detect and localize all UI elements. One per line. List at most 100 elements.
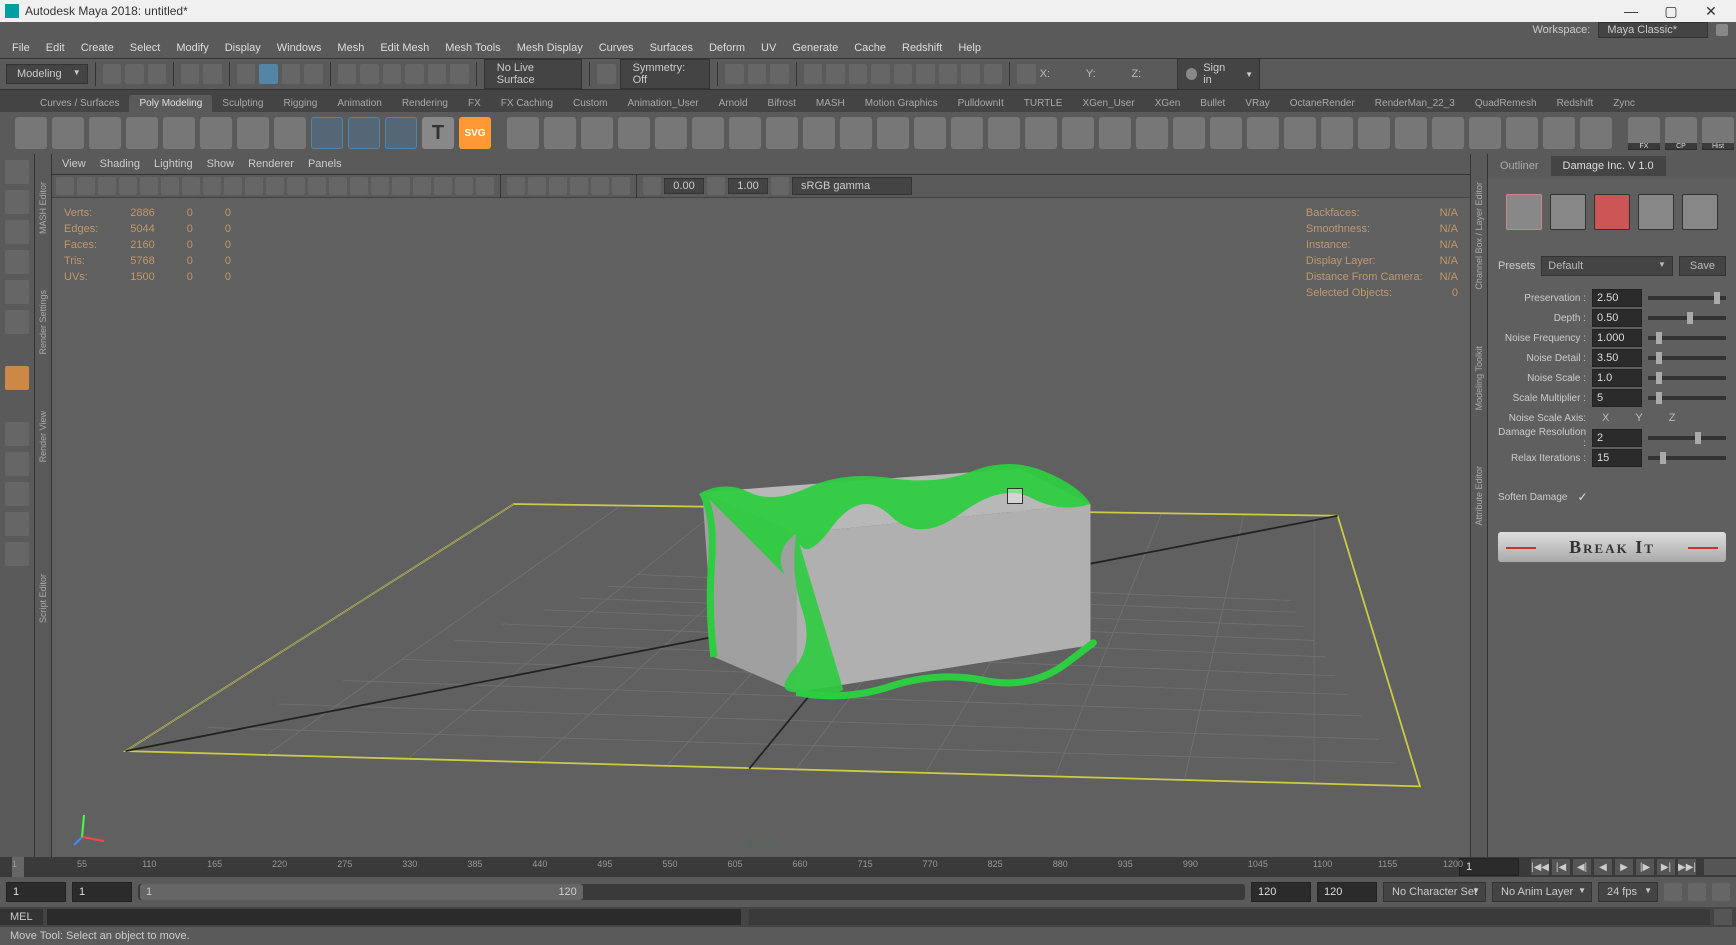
shelf-tab-renderman-22-3[interactable]: RenderMan_22_3 <box>1365 95 1465 112</box>
shelf-tool-3-icon[interactable] <box>618 117 650 149</box>
vtab-channel-box-layer-editor[interactable]: Channel Box / Layer Editor <box>1473 174 1485 298</box>
shelf-tab-rendering[interactable]: Rendering <box>392 95 458 112</box>
audio-icon[interactable] <box>1720 859 1736 875</box>
shelf-tool-9-icon[interactable] <box>840 117 872 149</box>
preset-swatch-4[interactable] <box>1638 194 1674 230</box>
shelf-tab-motion-graphics[interactable]: Motion Graphics <box>855 95 948 112</box>
param-field[interactable]: 15 <box>1592 449 1642 467</box>
panel-menu-shading[interactable]: Shading <box>100 158 140 170</box>
grid-icon[interactable] <box>434 177 452 195</box>
param-slider[interactable] <box>1648 376 1726 380</box>
viewport[interactable]: Verts:288600Edges:504400Faces:216000Tris… <box>52 198 1470 857</box>
redo-icon[interactable] <box>203 64 222 84</box>
snap-surface-icon[interactable] <box>428 64 447 84</box>
shelf-tab-bullet[interactable]: Bullet <box>1190 95 1235 112</box>
save-scene-icon[interactable] <box>148 64 167 84</box>
scale-tool-icon[interactable] <box>5 310 29 334</box>
symmetry-dropdown[interactable]: Symmetry: Off <box>620 59 711 89</box>
preset-swatch-3[interactable] <box>1594 194 1630 230</box>
construction-history-icon[interactable] <box>770 64 789 84</box>
shelf-tab-xgen[interactable]: XGen <box>1145 95 1191 112</box>
rotate-tool-icon[interactable] <box>5 280 29 304</box>
render-frame-icon[interactable] <box>804 64 823 84</box>
character-set-dropdown[interactable]: No Character Set <box>1383 882 1486 902</box>
menu-display[interactable]: Display <box>217 40 269 56</box>
shelf-tool-21-icon[interactable] <box>1284 117 1316 149</box>
shelf-tab-custom[interactable]: Custom <box>563 95 617 112</box>
preset-swatch-2[interactable] <box>1550 194 1586 230</box>
shelf-tab-curves-surfaces[interactable]: Curves / Surfaces <box>30 95 129 112</box>
render-view-icon[interactable] <box>871 64 890 84</box>
poly-sphere-icon[interactable] <box>15 117 47 149</box>
snap-view-icon[interactable] <box>450 64 469 84</box>
shelf-tool-8-icon[interactable] <box>803 117 835 149</box>
shelf-tool-12-icon[interactable] <box>951 117 983 149</box>
shelf-tool-25-icon[interactable] <box>1432 117 1464 149</box>
shelf-tool-15-icon[interactable] <box>1062 117 1094 149</box>
exposure-field[interactable]: 0.00 <box>664 178 704 194</box>
shelf-tool-5-icon[interactable] <box>692 117 724 149</box>
shelf-tab-animation[interactable]: Animation <box>327 95 391 112</box>
shelf-hist-icon[interactable]: Hist <box>1702 117 1734 149</box>
param-field[interactable]: 1.000 <box>1592 329 1642 347</box>
shelf-tool-26-icon[interactable] <box>1469 117 1501 149</box>
last-tool-icon[interactable] <box>5 366 29 390</box>
vtab-script-editor[interactable]: Script Editor <box>37 566 49 631</box>
xray-joints-icon[interactable] <box>350 177 368 195</box>
panel-menu-renderer[interactable]: Renderer <box>248 158 294 170</box>
menu-help[interactable]: Help <box>950 40 989 56</box>
render-globals-icon[interactable] <box>894 64 913 84</box>
param-slider[interactable] <box>1648 336 1726 340</box>
param-slider[interactable] <box>1648 436 1726 440</box>
snap-point-icon[interactable] <box>383 64 402 84</box>
menu-redshift[interactable]: Redshift <box>894 40 950 56</box>
bookmark-icon[interactable] <box>98 177 116 195</box>
show-curves-icon[interactable] <box>507 177 525 195</box>
poly-cylinder-icon[interactable] <box>89 117 121 149</box>
shelf-tool-10-icon[interactable] <box>877 117 909 149</box>
go-to-end-button[interactable]: ▶▶| <box>1678 859 1696 875</box>
shelf-tab-zync[interactable]: Zync <box>1603 95 1645 112</box>
step-forward-button[interactable]: |▶ <box>1636 859 1654 875</box>
vtab-attribute-editor[interactable]: Attribute Editor <box>1473 458 1485 534</box>
menu-uv[interactable]: UV <box>753 40 784 56</box>
panel-tab-damage-inc-v-[interactable]: Damage Inc. V 1.0 <box>1551 156 1666 176</box>
panel-layout-icon[interactable] <box>1017 64 1036 84</box>
panel-menu-lighting[interactable]: Lighting <box>154 158 193 170</box>
loop-icon[interactable] <box>1704 859 1720 875</box>
shelf-tab-rigging[interactable]: Rigging <box>273 95 327 112</box>
vtab-render-view[interactable]: Render View <box>37 403 49 470</box>
param-slider[interactable] <box>1648 356 1726 360</box>
film-gate-icon[interactable] <box>140 177 158 195</box>
param-slider[interactable] <box>1648 296 1726 300</box>
save-preset-button[interactable]: Save <box>1679 256 1726 276</box>
shelf-tool-27-icon[interactable] <box>1506 117 1538 149</box>
play-start-field[interactable]: 1 <box>72 882 132 902</box>
shelf-tool-2-icon[interactable] <box>581 117 613 149</box>
step-back-key-button[interactable]: |◀ <box>1552 859 1570 875</box>
show-planes-icon[interactable] <box>591 177 609 195</box>
lock-icon[interactable] <box>1716 24 1728 36</box>
anim-layer-dropdown[interactable]: No Anim Layer <box>1492 882 1592 902</box>
poly-plane-icon[interactable] <box>200 117 232 149</box>
lasso-tool-icon[interactable] <box>5 190 29 214</box>
shelf-tab-animation-user[interactable]: Animation_User <box>617 95 708 112</box>
param-slider[interactable] <box>1648 396 1726 400</box>
shelf-tab-turtle[interactable]: TURTLE <box>1014 95 1073 112</box>
anim-start-field[interactable]: 1 <box>6 882 66 902</box>
isolate-icon[interactable] <box>308 177 326 195</box>
undo-icon[interactable] <box>181 64 200 84</box>
shelf-tool-17-icon[interactable] <box>1136 117 1168 149</box>
camera-select-icon[interactable] <box>56 177 74 195</box>
image-plane-icon[interactable] <box>119 177 137 195</box>
svg-tool-icon[interactable]: SVG <box>459 117 491 149</box>
presets-dropdown[interactable]: Default <box>1541 256 1673 276</box>
lights-icon[interactable] <box>266 177 284 195</box>
panel-menu-view[interactable]: View <box>62 158 86 170</box>
renderer-dropdown[interactable]: sRGB gamma <box>792 177 912 195</box>
poly-prim-2-icon[interactable] <box>385 117 417 149</box>
shelf-tab-fx[interactable]: FX <box>458 95 491 112</box>
play-back-button[interactable]: ◀ <box>1594 859 1612 875</box>
shelf-tool-16-icon[interactable] <box>1099 117 1131 149</box>
hud-icon[interactable] <box>455 177 473 195</box>
